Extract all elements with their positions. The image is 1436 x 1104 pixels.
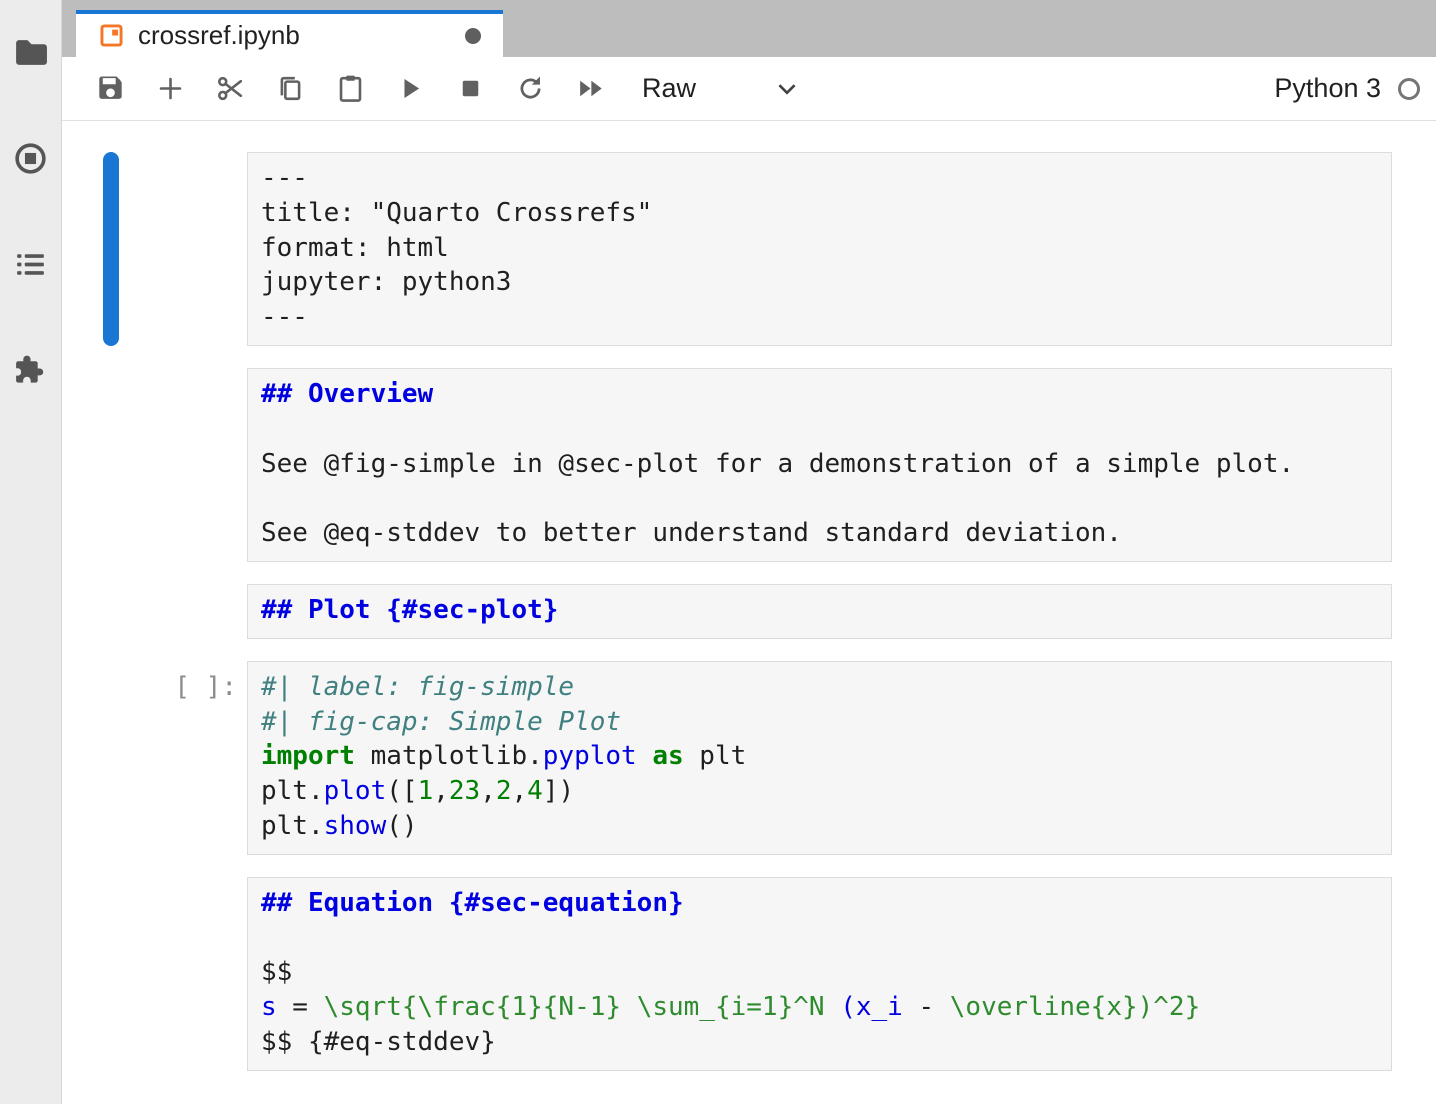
folder-icon	[12, 34, 49, 71]
chevron-down-icon	[774, 76, 800, 102]
refresh-icon	[515, 73, 546, 104]
notebook-toolbar: Raw Python 3	[62, 57, 1436, 121]
cell-collapser[interactable]	[103, 584, 119, 639]
unsaved-changes-indicator[interactable]	[465, 28, 481, 44]
cell-editor[interactable]: ## Plot {#sec-plot}	[247, 584, 1392, 639]
cell-raw[interactable]: ---title: "Quarto Crossrefs"format: html…	[62, 152, 1436, 346]
cell-markdown[interactable]: ## Plot {#sec-plot}	[62, 584, 1436, 639]
code-line: jupyter: python3	[261, 265, 1377, 300]
interrupt-kernel-button[interactable]	[440, 64, 500, 114]
code-line: ## Equation {#sec-equation}	[261, 886, 1377, 921]
cell-editor[interactable]: #| label: fig-simple#| fig-cap: Simple P…	[247, 661, 1392, 855]
stop-icon	[455, 73, 486, 104]
cell-editor[interactable]: ## Equation {#sec-equation} $$s = \sqrt{…	[247, 877, 1392, 1071]
restart-run-all-button[interactable]	[560, 64, 620, 114]
main-area: crossref.ipynb Raw Python 3 ---title: "Q…	[62, 0, 1436, 1104]
code-line: import matplotlib.pyplot as plt	[261, 739, 1377, 774]
cell-markdown[interactable]: ## Overview See @fig-simple in @sec-plot…	[62, 368, 1436, 562]
paste-cell-button[interactable]	[320, 64, 380, 114]
insert-cell-button[interactable]	[140, 64, 200, 114]
kernel-selector[interactable]: Python 3	[1274, 73, 1420, 104]
clipboard-icon	[335, 73, 366, 104]
cell-collapser[interactable]	[103, 661, 119, 855]
code-line: plt.plot([1,23,2,4])	[261, 774, 1377, 809]
code-line	[261, 921, 1377, 956]
stop-circle-icon	[12, 140, 49, 177]
save-button[interactable]	[80, 64, 140, 114]
code-line: plt.show()	[261, 809, 1377, 844]
play-icon	[395, 73, 426, 104]
cell-collapser[interactable]	[103, 368, 119, 562]
cell-execution-prompt	[119, 877, 247, 1071]
cell-collapser[interactable]	[103, 152, 119, 346]
code-line: ---	[261, 300, 1377, 335]
jupyterlab-window: crossref.ipynb Raw Python 3 ---title: "Q…	[0, 0, 1436, 1104]
puzzle-icon	[12, 352, 49, 389]
code-line: See @eq-stddev to better understand stan…	[261, 516, 1377, 551]
cell-collapser[interactable]	[103, 877, 119, 1071]
tab-bar: crossref.ipynb	[62, 0, 1436, 57]
code-line	[261, 412, 1377, 447]
copy-icon	[275, 73, 306, 104]
code-line: $$ {#eq-stddev}	[261, 1025, 1377, 1060]
code-line: s = \sqrt{\frac{1}{N-1} \sum_{i=1}^N (x_…	[261, 990, 1377, 1025]
cell-editor[interactable]: ---title: "Quarto Crossrefs"format: html…	[247, 152, 1392, 346]
notebook-file-icon	[98, 22, 125, 49]
cut-cell-button[interactable]	[200, 64, 260, 114]
cell-execution-prompt	[119, 152, 247, 346]
cell-execution-prompt: [ ]:	[119, 661, 247, 855]
code-line: See @fig-simple in @sec-plot for a demon…	[261, 447, 1377, 482]
code-line: #| fig-cap: Simple Plot	[261, 705, 1377, 740]
kernel-status-idle-icon	[1398, 78, 1420, 100]
restart-kernel-button[interactable]	[500, 64, 560, 114]
code-line: format: html	[261, 231, 1377, 266]
sidebar-item-running-kernels[interactable]	[12, 139, 50, 177]
cell-code[interactable]: [ ]:#| label: fig-simple#| fig-cap: Simp…	[62, 661, 1436, 855]
sidebar-item-extensions[interactable]	[12, 351, 50, 389]
cell-type-dropdown[interactable]: Raw	[632, 66, 806, 112]
cell-type-value: Raw	[642, 73, 696, 104]
tab-title: crossref.ipynb	[138, 20, 300, 51]
code-line	[261, 481, 1377, 516]
sidebar-item-table-of-contents[interactable]	[12, 245, 50, 283]
cell-markdown[interactable]: ## Equation {#sec-equation} $$s = \sqrt{…	[62, 877, 1436, 1071]
run-cell-button[interactable]	[380, 64, 440, 114]
cell-execution-prompt	[119, 584, 247, 639]
code-line: ## Overview	[261, 377, 1377, 412]
cell-editor[interactable]: ## Overview See @fig-simple in @sec-plot…	[247, 368, 1392, 562]
plus-icon	[155, 73, 186, 104]
code-line: $$	[261, 955, 1377, 990]
list-icon	[12, 246, 49, 283]
save-icon	[95, 73, 126, 104]
code-line: ## Plot {#sec-plot}	[261, 593, 1377, 628]
fast-forward-icon	[575, 73, 606, 104]
notebook-panel: ---title: "Quarto Crossrefs"format: html…	[62, 121, 1436, 1104]
kernel-name: Python 3	[1274, 73, 1381, 104]
cell-execution-prompt	[119, 368, 247, 562]
tab-crossref-ipynb[interactable]: crossref.ipynb	[76, 10, 503, 57]
copy-cell-button[interactable]	[260, 64, 320, 114]
code-line: #| label: fig-simple	[261, 670, 1377, 705]
sidebar-item-file-browser[interactable]	[12, 33, 50, 71]
code-line: title: "Quarto Crossrefs"	[261, 196, 1377, 231]
code-line: ---	[261, 161, 1377, 196]
scissors-icon	[215, 73, 246, 104]
left-activity-bar	[0, 0, 62, 1104]
